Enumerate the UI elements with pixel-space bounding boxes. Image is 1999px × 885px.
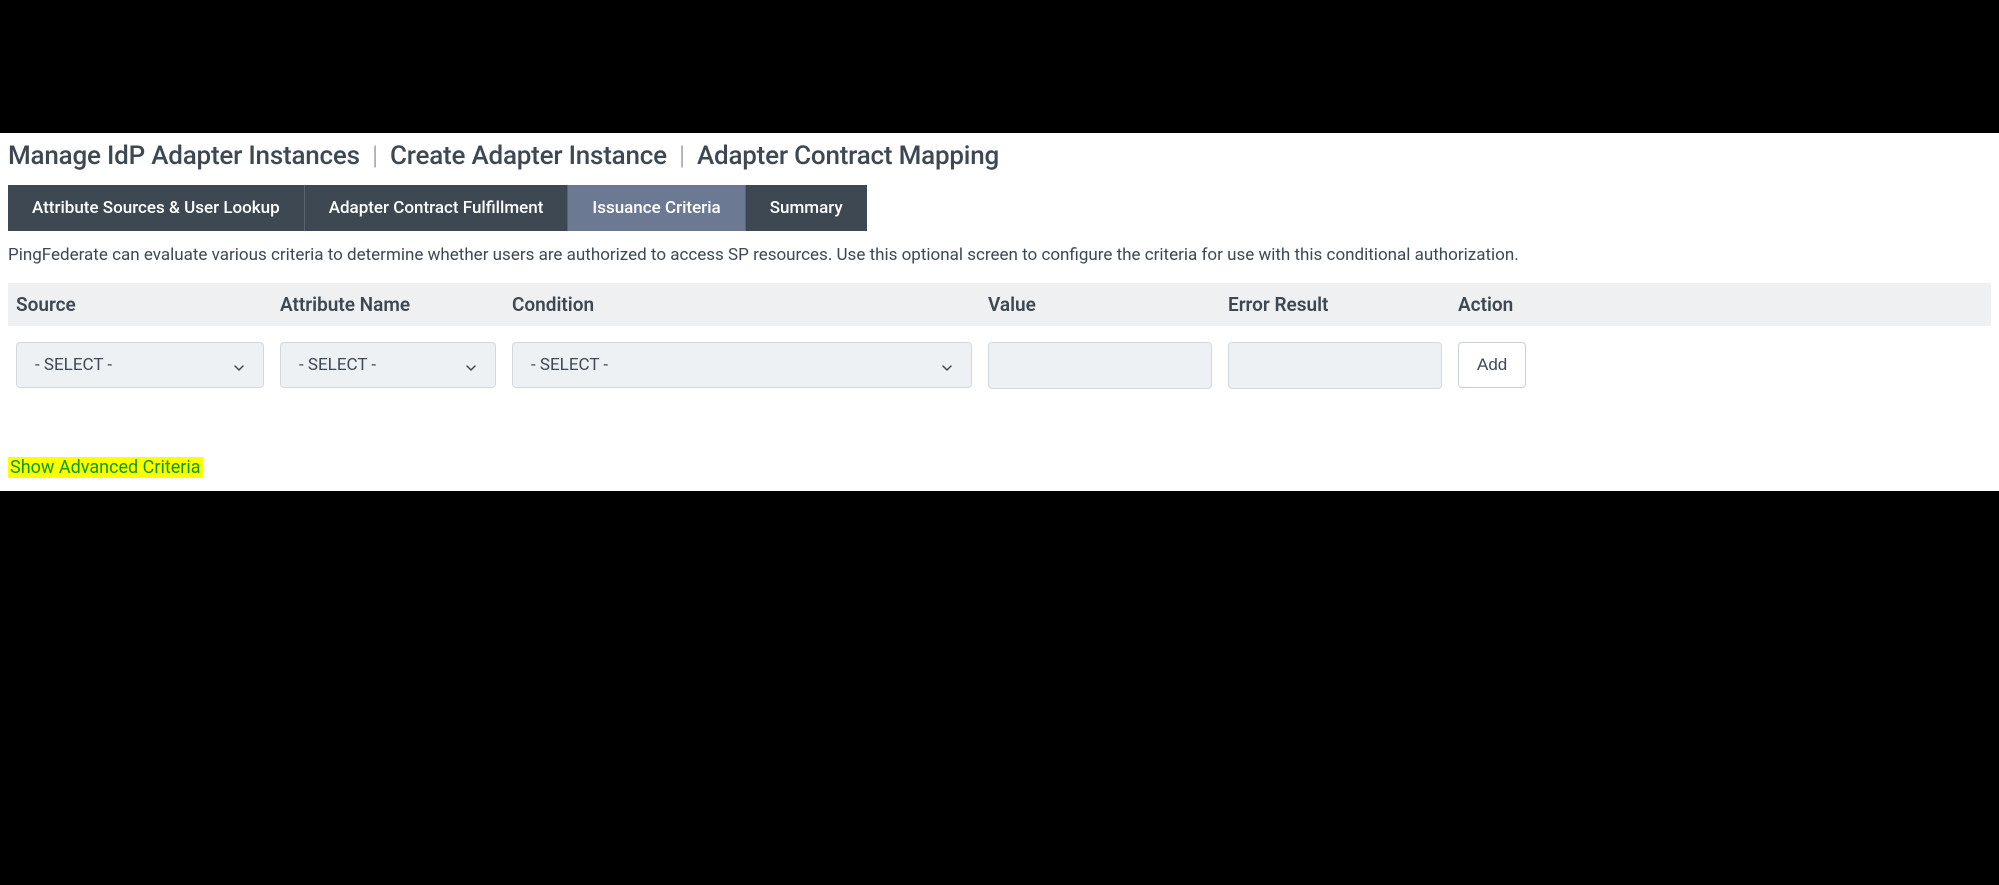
page-description: PingFederate can evaluate various criter… <box>8 243 1991 269</box>
show-advanced-criteria-link[interactable]: Show Advanced Criteria <box>8 457 203 478</box>
chevron-down-icon <box>233 359 245 371</box>
breadcrumb-item-2[interactable]: Create Adapter Instance <box>390 141 667 171</box>
criteria-grid-header: Source Attribute Name Condition Value Er… <box>8 283 1991 326</box>
tab-issuance-criteria[interactable]: Issuance Criteria <box>568 185 745 231</box>
header-condition: Condition <box>512 293 988 316</box>
tabs: Attribute Sources & User Lookup Adapter … <box>8 185 1991 231</box>
condition-select[interactable]: - SELECT - <box>512 342 972 388</box>
tab-attribute-sources[interactable]: Attribute Sources & User Lookup <box>8 185 305 231</box>
tab-adapter-contract-fulfillment[interactable]: Adapter Contract Fulfillment <box>305 185 569 231</box>
source-select[interactable]: - SELECT - <box>16 342 264 388</box>
header-source: Source <box>16 293 280 316</box>
source-select-value: - SELECT - <box>35 355 112 375</box>
value-input[interactable] <box>988 342 1212 389</box>
add-button[interactable]: Add <box>1458 342 1526 388</box>
header-attribute-name: Attribute Name <box>280 293 512 316</box>
attribute-name-select[interactable]: - SELECT - <box>280 342 496 388</box>
chevron-down-icon <box>941 359 953 371</box>
page-container: Manage IdP Adapter Instances | Create Ad… <box>0 133 1999 491</box>
tab-summary[interactable]: Summary <box>746 185 867 231</box>
breadcrumb-separator: | <box>372 141 378 171</box>
chevron-down-icon <box>465 359 477 371</box>
header-value: Value <box>988 293 1228 316</box>
condition-select-value: - SELECT - <box>531 355 608 375</box>
breadcrumb: Manage IdP Adapter Instances | Create Ad… <box>8 141 1991 171</box>
breadcrumb-separator: | <box>679 141 685 171</box>
header-action: Action <box>1458 293 1536 316</box>
attribute-name-select-value: - SELECT - <box>299 355 376 375</box>
criteria-row: - SELECT - - SELECT - - SELECT - <box>8 326 1991 405</box>
header-error-result: Error Result <box>1228 293 1458 316</box>
breadcrumb-item-1[interactable]: Manage IdP Adapter Instances <box>8 141 360 171</box>
error-result-input[interactable] <box>1228 342 1442 389</box>
breadcrumb-item-3: Adapter Contract Mapping <box>697 141 999 171</box>
